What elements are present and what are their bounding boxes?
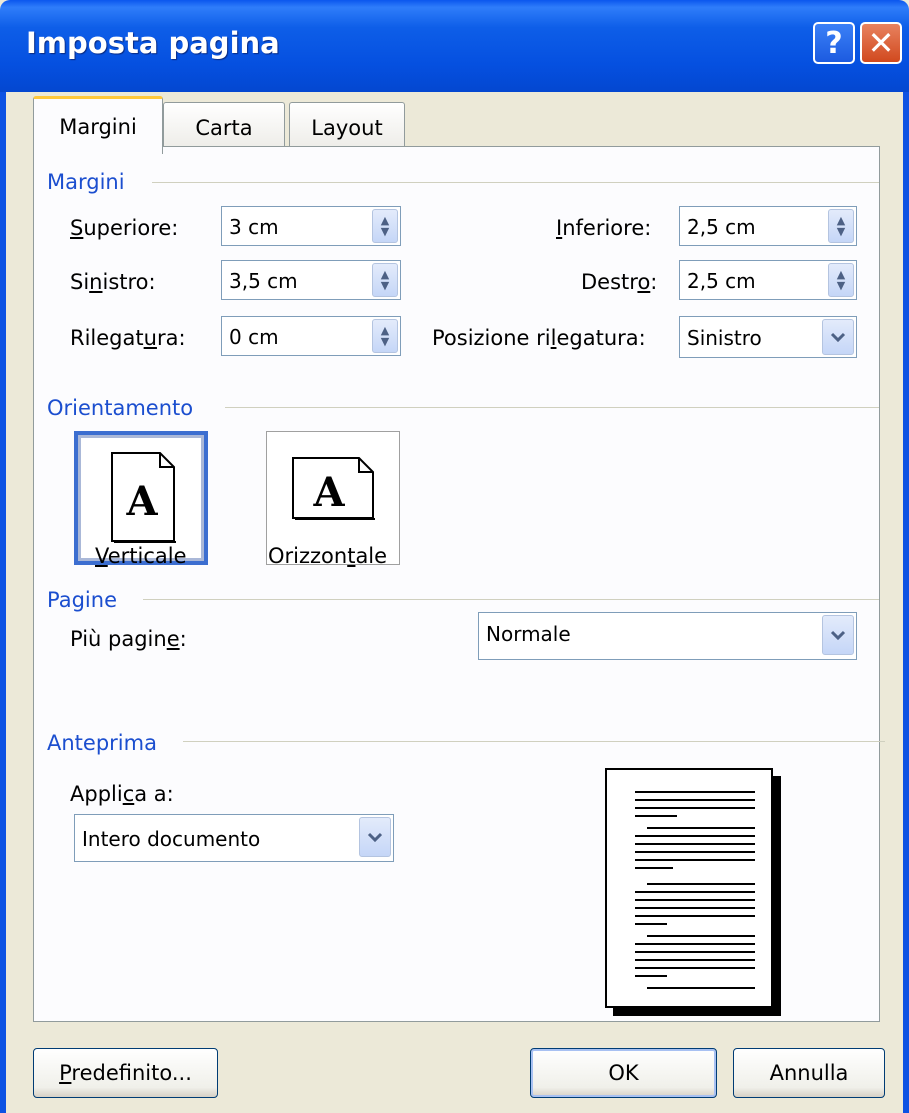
cancel-button-label: Annulla xyxy=(769,1061,849,1085)
dialog-title: Imposta pagina xyxy=(26,26,280,60)
margins-group-title: Margini xyxy=(47,170,125,194)
default-button-label: Predefinito... xyxy=(59,1061,192,1085)
close-button[interactable]: ✕ xyxy=(860,22,902,64)
tab-label: Layout xyxy=(311,115,383,140)
multiple-pages-select[interactable]: Normale xyxy=(478,612,857,660)
bottom-margin-label: Inferiore: xyxy=(556,216,652,240)
spin-arrows-icon[interactable]: ▲ ▼ xyxy=(372,263,398,297)
window-frame-left xyxy=(0,92,6,1113)
apply-to-label: Applica a: xyxy=(70,782,174,806)
cancel-button[interactable]: Annulla xyxy=(733,1048,885,1098)
gutter-label: Rilegatura: xyxy=(70,326,186,350)
svg-text:A: A xyxy=(125,478,158,525)
tab-label: Carta xyxy=(195,115,253,140)
gutter-spinner[interactable]: 0 cm ▲ ▼ xyxy=(221,316,401,356)
top-margin-spinner[interactable]: 3 cm ▲ ▼ xyxy=(221,206,401,246)
gutter-position-value: Sinistro xyxy=(687,326,762,350)
apply-to-value: Intero documento xyxy=(82,827,261,851)
preview-group-title: Anteprima xyxy=(47,731,157,755)
multiple-pages-value: Normale xyxy=(486,622,571,646)
ok-button-label: OK xyxy=(608,1061,639,1085)
svg-text:A: A xyxy=(312,469,345,516)
spin-arrows-icon[interactable]: ▲ ▼ xyxy=(372,209,398,243)
bottom-margin-spinner[interactable]: 2,5 cm ▲ ▼ xyxy=(679,206,857,246)
group-divider xyxy=(183,741,885,742)
tab-margini[interactable]: Margini xyxy=(33,96,163,154)
gutter-position-label: Posizione rilegatura: xyxy=(432,326,646,350)
top-margin-label: Superiore: xyxy=(70,216,179,240)
orientation-group-title: Orientamento xyxy=(47,396,194,420)
chevron-down-icon[interactable] xyxy=(822,615,854,655)
close-icon: ✕ xyxy=(867,24,895,62)
tab-layout[interactable]: Layout xyxy=(289,102,405,152)
portrait-label: Verticale xyxy=(95,544,187,568)
left-margin-spinner[interactable]: 3,5 cm ▲ ▼ xyxy=(221,260,401,300)
ok-button[interactable]: OK xyxy=(530,1048,717,1098)
right-margin-value: 2,5 cm xyxy=(687,269,756,293)
tab-carta[interactable]: Carta xyxy=(163,102,285,152)
gutter-value: 0 cm xyxy=(229,325,279,349)
spin-arrows-icon[interactable]: ▲ ▼ xyxy=(372,319,398,353)
tab-label: Margini xyxy=(59,114,137,139)
left-margin-label: Sinistro: xyxy=(70,270,156,294)
left-margin-value: 3,5 cm xyxy=(229,269,298,293)
page-preview xyxy=(605,768,773,1008)
spin-arrows-icon[interactable]: ▲ ▼ xyxy=(828,263,854,297)
chevron-down-icon[interactable] xyxy=(822,319,854,355)
bottom-margin-value: 2,5 cm xyxy=(687,215,756,239)
right-margin-label: Destro: xyxy=(581,270,658,294)
group-divider xyxy=(152,182,879,183)
window-frame-right xyxy=(903,92,909,1113)
right-margin-spinner[interactable]: 2,5 cm ▲ ▼ xyxy=(679,260,857,300)
chevron-down-icon[interactable] xyxy=(359,817,391,857)
help-icon: ? xyxy=(825,25,843,61)
default-button[interactable]: Predefinito... xyxy=(33,1048,218,1098)
portrait-page-icon: A xyxy=(111,452,176,543)
landscape-label: Orizzontale xyxy=(268,544,388,568)
spin-arrows-icon[interactable]: ▲ ▼ xyxy=(828,209,854,243)
group-divider xyxy=(225,407,879,408)
help-button[interactable]: ? xyxy=(813,22,855,64)
apply-to-select[interactable]: Intero documento xyxy=(74,814,394,862)
pages-group-title: Pagine xyxy=(47,588,117,612)
gutter-position-select[interactable]: Sinistro xyxy=(679,316,857,358)
page-setup-dialog: Imposta pagina ? ✕ Margini Carta Layout … xyxy=(0,0,909,1113)
preview-text-lines xyxy=(635,791,755,989)
title-bar[interactable]: Imposta pagina ? ✕ xyxy=(0,0,909,92)
multiple-pages-label: Più pagine: xyxy=(70,627,187,651)
top-margin-value: 3 cm xyxy=(229,215,279,239)
group-divider xyxy=(143,599,879,600)
